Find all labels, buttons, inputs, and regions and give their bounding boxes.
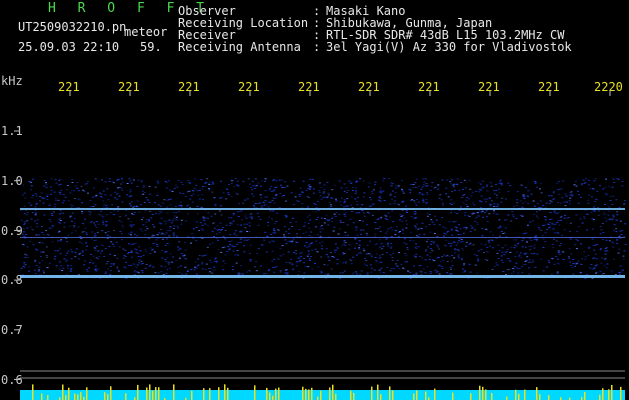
noise-band	[20, 178, 627, 279]
spectrogram	[14, 90, 627, 400]
carrier-line	[20, 208, 625, 210]
carrier-line	[20, 237, 625, 238]
carrier-line	[20, 275, 625, 278]
spectrogram-window: H R O F F T UT2509032210.pn meteor 25.09…	[0, 0, 629, 400]
